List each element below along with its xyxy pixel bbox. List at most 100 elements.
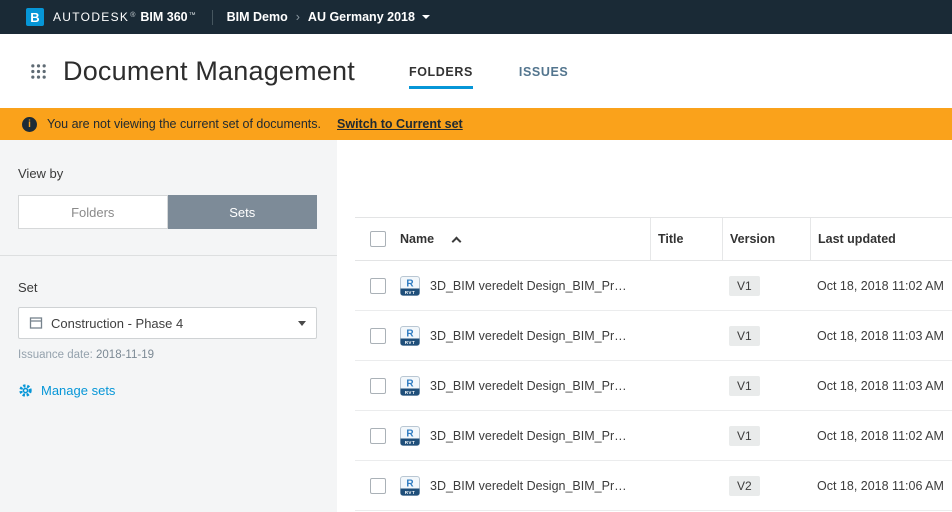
documents-table: Name Title Version Last updated R RVT 3D… — [355, 217, 952, 511]
set-icon — [29, 317, 43, 329]
revit-file-icon: R RVT — [400, 475, 420, 496]
svg-text:R: R — [406, 378, 414, 389]
bim360-logo-icon[interactable]: B — [26, 8, 44, 26]
row-title-cell — [650, 311, 722, 360]
table-row: R RVT 3D_BIM veredelt Design_BIM_Pr… V1 … — [355, 411, 952, 461]
folders-toggle-button[interactable]: Folders — [18, 195, 168, 229]
main-panel: Name Title Version Last updated R RVT 3D… — [337, 140, 952, 512]
row-checkbox[interactable] — [370, 277, 386, 294]
file-name-link[interactable]: 3D_BIM veredelt Design_BIM_Pr… — [430, 429, 627, 443]
chevron-down-icon — [298, 320, 306, 326]
column-header-title[interactable]: Title — [650, 218, 722, 260]
brand-wordmark: AUTODESK ® BIM 360 ™ — [53, 10, 198, 24]
row-last-updated-cell: Oct 18, 2018 11:02 AM — [817, 428, 944, 443]
row-version-cell: V1 — [722, 361, 810, 410]
svg-text:RVT: RVT — [405, 390, 416, 395]
logo-letter: B — [30, 9, 40, 25]
row-check-cell — [355, 461, 400, 510]
table-row: R RVT 3D_BIM veredelt Design_BIM_Pr… V1 … — [355, 261, 952, 311]
row-checkbox[interactable] — [370, 377, 386, 394]
svg-text:RVT: RVT — [405, 340, 416, 345]
header-check-cell — [355, 218, 400, 260]
row-title-cell — [650, 461, 722, 510]
row-name-cell: R RVT 3D_BIM veredelt Design_BIM_Pr… — [400, 361, 650, 410]
revit-file-icon: R RVT — [400, 275, 420, 296]
breadcrumb-separator: › — [295, 10, 300, 24]
svg-text:R: R — [406, 428, 414, 439]
set-dropdown[interactable]: Construction - Phase 4 — [18, 307, 317, 339]
sort-ascending-icon — [451, 236, 462, 246]
row-last-updated-cell: Oct 18, 2018 11:06 AM — [817, 478, 944, 493]
view-by-label: View by — [18, 166, 64, 181]
sidebar-divider — [0, 255, 337, 256]
breadcrumb-project[interactable]: BIM Demo — [227, 10, 288, 24]
table-row: R RVT 3D_BIM veredelt Design_BIM_Pr… V1 … — [355, 311, 952, 361]
topbar-divider — [211, 9, 213, 25]
table-header-row: Name Title Version Last updated — [355, 217, 952, 261]
warning-banner: i You are not viewing the current set of… — [0, 108, 952, 140]
row-title-cell — [650, 261, 722, 310]
gear-icon — [19, 384, 32, 397]
name-header-label: Name — [400, 232, 435, 246]
version-badge[interactable]: V1 — [729, 375, 760, 396]
version-badge[interactable]: V1 — [729, 425, 760, 446]
row-name-cell: R RVT 3D_BIM veredelt Design_BIM_Pr… — [400, 411, 650, 460]
content: View by Folders Sets Set Construction - … — [0, 140, 952, 512]
row-name-cell: R RVT 3D_BIM veredelt Design_BIM_Pr… — [400, 261, 650, 310]
row-checkbox[interactable] — [370, 327, 386, 344]
svg-text:RVT: RVT — [405, 290, 416, 295]
apps-grid-icon[interactable] — [30, 63, 47, 80]
revit-file-icon: R RVT — [400, 325, 420, 346]
issuance-date-value: 2018-11-19 — [96, 349, 154, 361]
svg-text:RVT: RVT — [405, 440, 416, 445]
file-name-link[interactable]: 3D_BIM veredelt Design_BIM_Pr… — [430, 279, 627, 293]
chevron-down-icon[interactable] — [421, 15, 430, 19]
issuance-date: Issuance date: 2018-11-19 — [18, 349, 317, 361]
tab-issues[interactable]: ISSUES — [519, 65, 568, 89]
autodesk-trademark: ® — [130, 12, 136, 19]
file-name-link[interactable]: 3D_BIM veredelt Design_BIM_Pr… — [430, 379, 627, 393]
tab-folders[interactable]: FOLDERS — [408, 65, 473, 89]
revit-file-icon: R RVT — [400, 375, 420, 396]
file-name-link[interactable]: 3D_BIM veredelt Design_BIM_Pr… — [430, 329, 627, 343]
column-header-name[interactable]: Name — [400, 218, 650, 260]
row-name-cell: R RVT 3D_BIM veredelt Design_BIM_Pr… — [400, 311, 650, 360]
sets-toggle-button[interactable]: Sets — [167, 195, 317, 229]
set-dropdown-value: Construction - Phase 4 — [51, 315, 184, 331]
brand-product: BIM 360 — [140, 10, 188, 24]
row-title-cell — [650, 411, 722, 460]
product-trademark: ™ — [188, 12, 196, 19]
manage-sets-link[interactable]: Manage sets — [18, 383, 317, 398]
file-name-link[interactable]: 3D_BIM veredelt Design_BIM_Pr… — [430, 479, 627, 493]
table-row: R RVT 3D_BIM veredelt Design_BIM_Pr… V1 … — [355, 361, 952, 411]
revit-file-icon: R RVT — [400, 425, 420, 446]
row-last-updated-cell: Oct 18, 2018 11:03 AM — [817, 328, 944, 343]
table-row: R RVT 3D_BIM veredelt Design_BIM_Pr… V2 … — [355, 461, 952, 511]
row-checkbox[interactable] — [370, 477, 386, 494]
column-header-last-updated[interactable]: Last updated — [810, 218, 952, 260]
sidebar: View by Folders Sets Set Construction - … — [0, 140, 337, 512]
row-check-cell — [355, 261, 400, 310]
breadcrumb-set-selector[interactable]: AU Germany 2018 — [308, 10, 415, 24]
version-badge[interactable]: V1 — [729, 275, 760, 296]
info-glyph: i — [28, 118, 31, 130]
row-check-cell — [355, 411, 400, 460]
row-checkbox[interactable] — [370, 427, 386, 444]
row-version-cell: V1 — [722, 261, 810, 310]
svg-text:RVT: RVT — [405, 490, 416, 495]
row-last-updated-cell: Oct 18, 2018 11:02 AM — [817, 278, 944, 293]
info-icon: i — [22, 116, 37, 132]
select-all-checkbox[interactable] — [370, 231, 386, 247]
manage-sets-label: Manage sets — [41, 383, 116, 398]
row-version-cell: V1 — [722, 311, 810, 360]
brand-autodesk: AUTODESK — [53, 10, 130, 24]
switch-to-current-set-link[interactable]: Switch to Current set — [337, 117, 463, 131]
row-check-cell — [355, 311, 400, 360]
version-badge[interactable]: V2 — [729, 475, 760, 496]
svg-text:R: R — [406, 328, 414, 339]
version-badge[interactable]: V1 — [729, 325, 760, 346]
row-version-cell: V1 — [722, 411, 810, 460]
tab-bar: FOLDERS ISSUES — [408, 65, 568, 89]
row-last-updated-cell: Oct 18, 2018 11:03 AM — [817, 378, 944, 393]
column-header-version[interactable]: Version — [722, 218, 810, 260]
